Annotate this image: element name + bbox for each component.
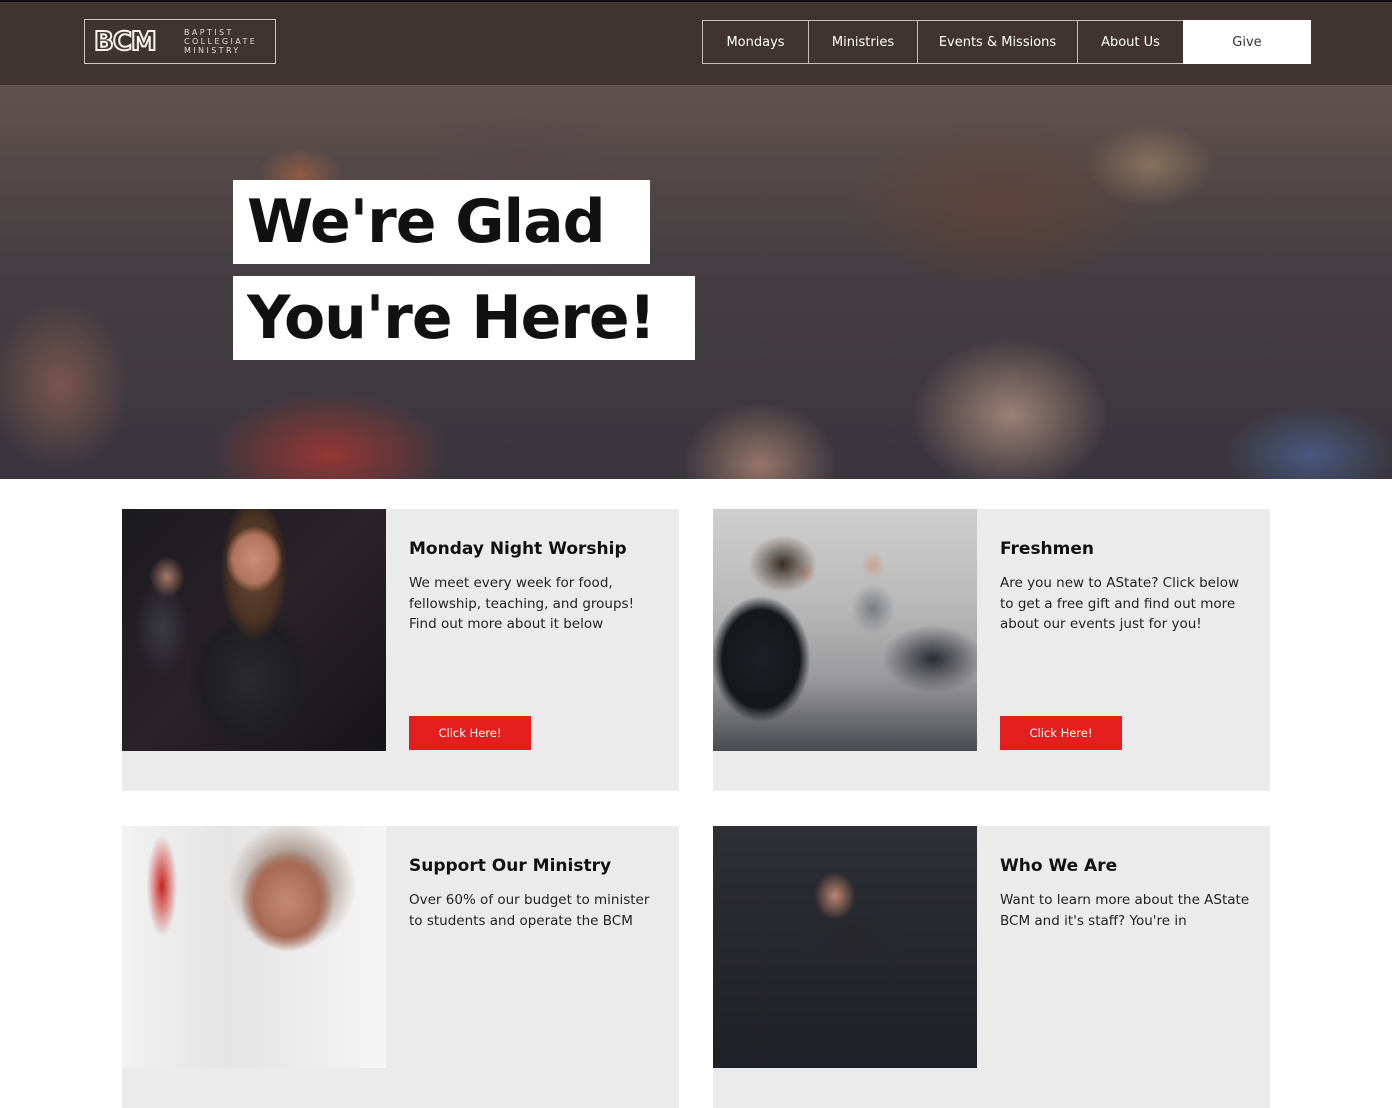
card-description: Are you new to AState? Click below to ge… [1000,575,1240,632]
logo-wordmark: BAPTIST COLLEGIATE MINISTRY [184,28,257,55]
hero-banner: We're Glad You're Here! [0,85,1392,479]
card-monday-night-worship: Monday Night Worship We meet every week … [122,509,679,791]
hero-heading-line-2: You're Here! [233,276,695,360]
hero-photo-crowd [0,85,1392,479]
logo-line-1: BAPTIST [184,28,234,37]
card-support-our-ministry: Support Our Ministry Over 60% of our bud… [122,826,679,1108]
site-logo[interactable]: BCM BAPTIST COLLEGIATE MINISTRY [84,19,276,64]
main-nav: Mondays Ministries Events & Missions Abo… [702,20,1311,64]
logo-line-2: COLLEGIATE [184,37,258,46]
give-button[interactable]: Give [1183,20,1311,64]
card-title: Who We Are [1000,856,1118,876]
nav-mondays[interactable]: Mondays [702,20,808,64]
worship-photo [122,509,386,751]
card-description: Over 60% of our budget to minister to st… [409,892,650,929]
freshmen-photo [713,509,977,751]
logo-mark: BCM [93,26,180,58]
site-header: BCM BAPTIST COLLEGIATE MINISTRY Mondays … [0,0,1392,85]
card-description: We meet every week for food, fellowship,… [409,575,635,632]
nav-ministries[interactable]: Ministries [808,20,917,64]
who-we-are-photo [713,826,977,1068]
logo-line-3: MINISTRY [184,46,241,55]
hero-heading-line-1: We're Glad [233,180,650,264]
card-freshmen: Freshmen Are you new to AState? Click be… [713,509,1270,791]
nav-events-missions[interactable]: Events & Missions [917,20,1077,64]
card-title: Freshmen [1000,539,1095,559]
card-title: Monday Night Worship [409,539,627,559]
card-who-we-are: Who We Are Want to learn more about the … [713,826,1270,1108]
support-photo [122,826,386,1068]
freshmen-click-here-button[interactable]: Click Here! [1000,716,1122,750]
card-title: Support Our Ministry [409,856,612,876]
logo-mark-text: BCM [93,26,158,58]
worship-click-here-button[interactable]: Click Here! [409,716,531,750]
nav-about-us[interactable]: About Us [1077,20,1183,64]
card-description: Want to learn more about the AState BCM … [1000,892,1250,929]
